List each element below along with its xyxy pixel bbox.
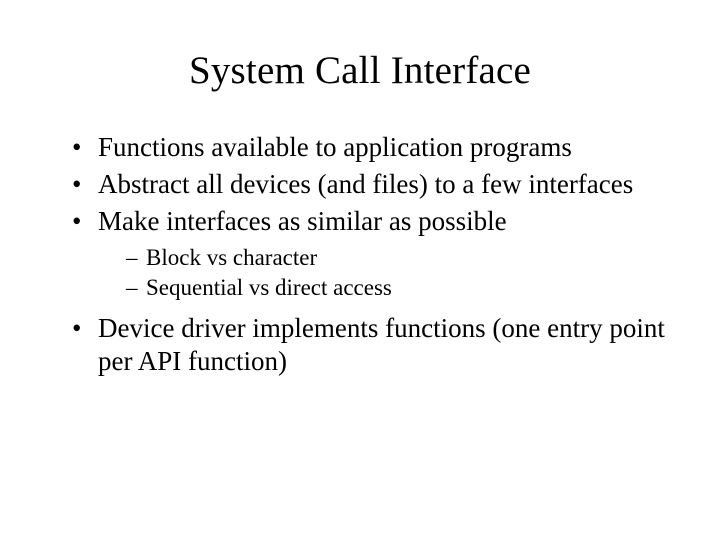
sub-bullet-list: Block vs character Sequential vs direct … — [98, 244, 670, 302]
bullet-list: Functions available to application progr… — [50, 131, 670, 378]
bullet-item: Abstract all devices (and files) to a fe… — [78, 168, 670, 201]
sub-bullet-item: Sequential vs direct access — [128, 274, 670, 302]
slide: System Call Interface Functions availabl… — [0, 0, 720, 540]
bullet-item: Device driver implements functions (one … — [78, 312, 670, 378]
bullet-item: Make interfaces as similar as possible B… — [78, 205, 670, 302]
slide-title: System Call Interface — [50, 48, 670, 93]
sub-bullet-item: Block vs character — [128, 244, 670, 272]
bullet-item: Functions available to application progr… — [78, 131, 670, 164]
bullet-text: Make interfaces as similar as possible — [98, 206, 507, 236]
